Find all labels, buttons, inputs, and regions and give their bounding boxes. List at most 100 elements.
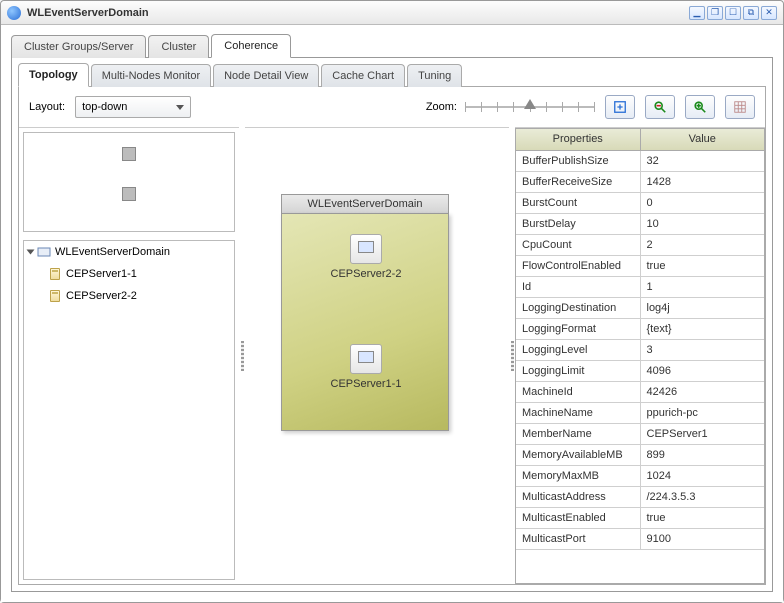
titlebar: WLEventServerDomain ▁ ❐ ☐ ⧉ ✕ bbox=[1, 1, 783, 25]
table-row[interactable]: CpuCount2 bbox=[516, 235, 764, 256]
property-value: true bbox=[641, 508, 765, 528]
property-key: BufferPublishSize bbox=[516, 151, 641, 171]
canvas-node-cepserver2-2[interactable]: CEPServer2-2 bbox=[326, 234, 406, 280]
grid-button[interactable] bbox=[725, 95, 755, 119]
table-row[interactable]: LoggingLevel3 bbox=[516, 340, 764, 361]
zoom-slider[interactable] bbox=[465, 97, 595, 117]
table-row[interactable]: BufferReceiveSize1428 bbox=[516, 172, 764, 193]
property-value: 42426 bbox=[641, 382, 765, 402]
server-icon bbox=[48, 267, 62, 281]
property-value: 1428 bbox=[641, 172, 765, 192]
table-row[interactable]: MulticastAddress/224.3.5.3 bbox=[516, 487, 764, 508]
table-row[interactable]: MemoryAvailableMB899 bbox=[516, 445, 764, 466]
table-row[interactable]: MulticastPort9100 bbox=[516, 529, 764, 550]
zoom-label: Zoom: bbox=[426, 101, 457, 113]
grid-icon bbox=[733, 100, 747, 114]
canvas-node-cepserver1-1[interactable]: CEPServer1-1 bbox=[326, 344, 406, 390]
property-key: Id bbox=[516, 277, 641, 297]
property-key: LoggingFormat bbox=[516, 319, 641, 339]
tree-item-cepserver1-1[interactable]: CEPServer1-1 bbox=[24, 263, 234, 285]
chevron-down-icon[interactable] bbox=[27, 250, 35, 255]
left-pane: WLEventServerDomain CEPServer1-1 CEPServ… bbox=[19, 127, 239, 584]
property-value: 1024 bbox=[641, 466, 765, 486]
property-value: 899 bbox=[641, 445, 765, 465]
table-row[interactable]: BufferPublishSize32 bbox=[516, 151, 764, 172]
fit-icon bbox=[613, 100, 627, 114]
app-icon bbox=[7, 6, 21, 20]
zoom-out-icon bbox=[653, 100, 667, 114]
tab-coherence[interactable]: Coherence bbox=[211, 34, 291, 58]
subtab-multi-nodes-monitor[interactable]: Multi-Nodes Monitor bbox=[91, 64, 211, 87]
window-buttons: ▁ ❐ ☐ ⧉ ✕ bbox=[689, 6, 777, 20]
property-key: MulticastEnabled bbox=[516, 508, 641, 528]
domain-icon bbox=[37, 245, 51, 259]
subtab-topology[interactable]: Topology bbox=[18, 63, 89, 87]
property-value: ppurich-pc bbox=[641, 403, 765, 423]
restore-button[interactable]: ❐ bbox=[707, 6, 723, 20]
property-value: true bbox=[641, 256, 765, 276]
properties-body[interactable]: BufferPublishSize32BufferReceiveSize1428… bbox=[516, 151, 764, 583]
subtab-cache-chart[interactable]: Cache Chart bbox=[321, 64, 405, 87]
topology-canvas[interactable]: WLEventServerDomain CEPServer2-2 CEPServ… bbox=[245, 127, 509, 584]
table-row[interactable]: MulticastEnabledtrue bbox=[516, 508, 764, 529]
table-row[interactable]: LoggingLimit4096 bbox=[516, 361, 764, 382]
subtab-tuning[interactable]: Tuning bbox=[407, 64, 462, 87]
topology-toolbar: Layout: top-down Zoom: bbox=[19, 87, 765, 127]
header-properties[interactable]: Properties bbox=[516, 129, 641, 150]
property-key: MulticastPort bbox=[516, 529, 641, 549]
tab-cluster[interactable]: Cluster bbox=[148, 35, 209, 58]
server-icon bbox=[48, 289, 62, 303]
tree-item-cepserver2-2[interactable]: CEPServer2-2 bbox=[24, 285, 234, 307]
app-window: WLEventServerDomain ▁ ❐ ☐ ⧉ ✕ Cluster Gr… bbox=[0, 0, 784, 603]
table-row[interactable]: BurstCount0 bbox=[516, 193, 764, 214]
tree-item-label: CEPServer2-2 bbox=[66, 290, 137, 302]
table-row[interactable]: LoggingDestinationlog4j bbox=[516, 298, 764, 319]
table-row[interactable]: BurstDelay10 bbox=[516, 214, 764, 235]
zoom-out-button[interactable] bbox=[645, 95, 675, 119]
header-value[interactable]: Value bbox=[641, 129, 765, 150]
properties-table: Properties Value BufferPublishSize32Buff… bbox=[515, 128, 765, 584]
minimize-button[interactable]: ▁ bbox=[689, 6, 705, 20]
table-row[interactable]: MachineNameppurich-pc bbox=[516, 403, 764, 424]
minimap[interactable] bbox=[23, 132, 235, 232]
canvas-node-label: CEPServer1-1 bbox=[326, 378, 406, 390]
layout-select[interactable]: top-down bbox=[75, 96, 191, 118]
properties-header: Properties Value bbox=[516, 129, 764, 151]
table-row[interactable]: FlowControlEnabledtrue bbox=[516, 256, 764, 277]
canvas-domain-box[interactable]: CEPServer2-2 CEPServer1-1 bbox=[281, 213, 449, 431]
property-key: MachineId bbox=[516, 382, 641, 402]
property-value: 10 bbox=[641, 214, 765, 234]
property-key: LoggingDestination bbox=[516, 298, 641, 318]
property-value: log4j bbox=[641, 298, 765, 318]
tab-cluster-groups-server[interactable]: Cluster Groups/Server bbox=[11, 35, 146, 58]
table-row[interactable]: MemberNameCEPServer1 bbox=[516, 424, 764, 445]
table-row[interactable]: LoggingFormat{text} bbox=[516, 319, 764, 340]
property-value: CEPServer1 bbox=[641, 424, 765, 444]
property-value: 2 bbox=[641, 235, 765, 255]
table-row[interactable]: Id1 bbox=[516, 277, 764, 298]
tree-item-label: CEPServer1-1 bbox=[66, 268, 137, 280]
property-value: 1 bbox=[641, 277, 765, 297]
close-button[interactable]: ✕ bbox=[761, 6, 777, 20]
subtab-node-detail-view[interactable]: Node Detail View bbox=[213, 64, 319, 87]
property-key: MulticastAddress bbox=[516, 487, 641, 507]
property-key: MemoryMaxMB bbox=[516, 466, 641, 486]
slider-thumb-icon[interactable] bbox=[524, 99, 536, 109]
table-row[interactable]: MemoryMaxMB1024 bbox=[516, 466, 764, 487]
sub-tab-strip: Topology Multi-Nodes Monitor Node Detail… bbox=[18, 62, 766, 87]
property-key: BufferReceiveSize bbox=[516, 172, 641, 192]
table-row[interactable]: MachineId42426 bbox=[516, 382, 764, 403]
zoom-in-button[interactable] bbox=[685, 95, 715, 119]
domain-tree[interactable]: WLEventServerDomain CEPServer1-1 CEPServ… bbox=[23, 240, 235, 580]
topology-panel: Layout: top-down Zoom: bbox=[18, 87, 766, 585]
fit-button[interactable] bbox=[605, 95, 635, 119]
minimap-node bbox=[122, 147, 136, 161]
property-value: 3 bbox=[641, 340, 765, 360]
canvas-node-label: CEPServer2-2 bbox=[326, 268, 406, 280]
maximize-button[interactable]: ☐ bbox=[725, 6, 741, 20]
property-value: 9100 bbox=[641, 529, 765, 549]
primary-tab-strip: Cluster Groups/Server Cluster Coherence bbox=[11, 33, 773, 58]
property-key: MemoryAvailableMB bbox=[516, 445, 641, 465]
tree-root[interactable]: WLEventServerDomain bbox=[24, 241, 234, 263]
detach-button[interactable]: ⧉ bbox=[743, 6, 759, 20]
